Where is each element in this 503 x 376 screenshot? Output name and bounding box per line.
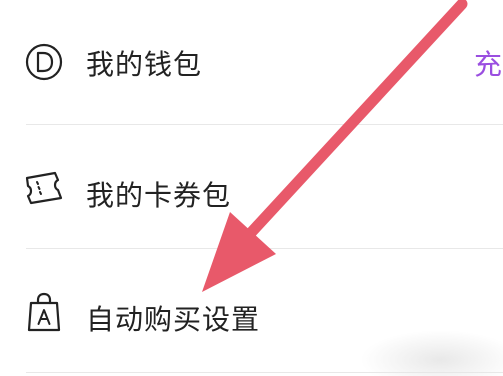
- shopping-bag-a-icon: [22, 290, 66, 334]
- menu-item-label: 我的卡券包: [86, 179, 232, 212]
- menu-screen: 我的钱包 充 我的卡券包 自动购买设置: [0, 0, 503, 376]
- wallet-action-text[interactable]: 充: [474, 43, 502, 83]
- menu-item-wallet[interactable]: 我的钱包: [0, 0, 503, 124]
- menu-item-label: 自动购买设置: [86, 303, 261, 336]
- menu-item-label: 我的钱包: [86, 48, 203, 81]
- ticket-icon: [22, 166, 66, 210]
- wallet-d-icon: [22, 40, 66, 84]
- menu-item-coupons[interactable]: 我的卡券包: [0, 124, 503, 248]
- blurred-region: [360, 330, 503, 376]
